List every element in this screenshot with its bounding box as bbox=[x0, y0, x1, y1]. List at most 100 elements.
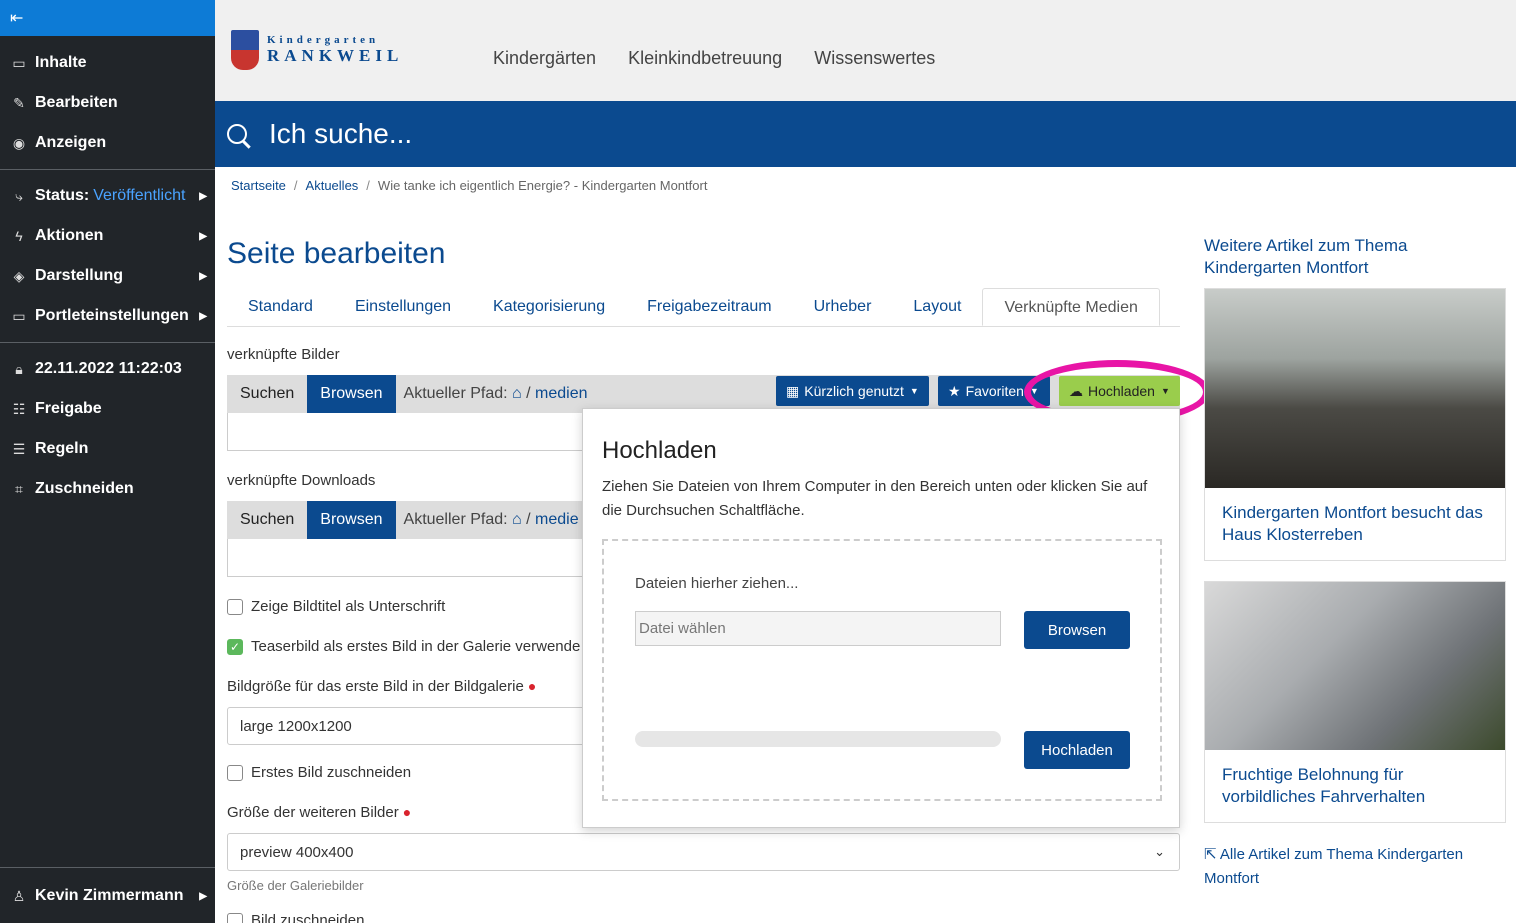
user-menu[interactable]: ♙ Kevin Zimmermann ▶ bbox=[0, 867, 215, 923]
checkbox-teaser-first[interactable]: ✓ Teaserbild als erstes Bild in der Gale… bbox=[227, 638, 580, 655]
linked-downloads-label: verknüpfte Downloads bbox=[227, 472, 376, 489]
sidebar-item-inhalte[interactable]: ▭ Inhalte bbox=[0, 43, 215, 83]
site-header: Kindergarten RANKWEIL Kindergärten Klein… bbox=[215, 0, 1516, 101]
nav-item-wissenswertes[interactable]: Wissenswertes bbox=[814, 48, 935, 69]
required-icon: ● bbox=[527, 678, 537, 694]
checkbox[interactable] bbox=[227, 764, 243, 781]
tab-einstellungen[interactable]: Einstellungen bbox=[334, 288, 472, 326]
caret-right-icon: ▶ bbox=[199, 270, 207, 282]
checkbox-crop-first[interactable]: Erstes Bild zuschneiden bbox=[227, 764, 411, 781]
other-size-hint: Größe der Galeriebilder bbox=[227, 878, 364, 893]
main-nav: Kindergärten Kleinkindbetreuung Wissensw… bbox=[493, 48, 935, 69]
required-icon: ● bbox=[402, 804, 412, 820]
bolt-icon: ϟ bbox=[15, 228, 23, 244]
chevron-down-icon: ⌄ bbox=[1154, 844, 1165, 859]
sidebar-item-bearbeiten[interactable]: ✎ Bearbeiten bbox=[0, 83, 215, 123]
checkbox-show-caption[interactable]: Zeige Bildtitel als Unterschrift bbox=[227, 598, 445, 615]
other-image-size-label: Größe der weiteren Bilder ● bbox=[227, 804, 412, 821]
divider bbox=[0, 169, 215, 170]
article-image bbox=[1205, 582, 1505, 750]
file-input[interactable]: Datei wählen bbox=[635, 611, 1001, 646]
browse-tab-button[interactable]: Browsen bbox=[307, 501, 396, 539]
breadcrumb-link[interactable]: Aktuelles bbox=[306, 178, 359, 193]
grid-icon: ▦ bbox=[786, 382, 800, 399]
related-article-card[interactable]: Kindergarten Montfort besucht das Haus K… bbox=[1204, 288, 1506, 561]
browse-tab-button[interactable]: Browsen bbox=[307, 375, 396, 413]
edit-tabs: Standard Einstellungen Kategorisierung F… bbox=[227, 288, 1180, 327]
breadcrumb: Startseite / Aktuelles / Wie tanke ich eigen… bbox=[231, 178, 708, 193]
other-image-size-select[interactable]: preview 400x400 ⌄ bbox=[227, 833, 1180, 871]
collapse-sidebar-button[interactable]: ⇤ bbox=[0, 0, 215, 36]
linked-images-label: verknüpfte Bilder bbox=[227, 346, 340, 363]
home-icon[interactable]: ⌂ bbox=[512, 511, 522, 528]
caret-down-icon: ▼ bbox=[909, 386, 919, 396]
current-path: Aktueller Pfad: ⌂ / medien bbox=[403, 385, 588, 402]
layers-icon: ◈ bbox=[13, 267, 25, 284]
folder-icon: ▭ bbox=[12, 54, 26, 71]
sidebar-item-date[interactable]: 🔒︎ 22.11.2022 11:22:03 bbox=[0, 349, 215, 389]
eye-icon: ◉ bbox=[12, 134, 26, 151]
dropzone[interactable]: Dateien hierher ziehen... Datei wählen B… bbox=[602, 539, 1162, 801]
tab-kategorisierung[interactable]: Kategorisierung bbox=[472, 288, 626, 326]
sidebar-item-zuschneiden[interactable]: ⌗ Zuschneiden bbox=[0, 469, 215, 509]
browse-button[interactable]: Browsen bbox=[1024, 611, 1130, 649]
caret-right-icon: ▶ bbox=[199, 310, 207, 322]
pencil-icon: ✎ bbox=[13, 94, 25, 111]
checkbox[interactable] bbox=[227, 598, 243, 615]
nav-item-kindergaerten[interactable]: Kindergärten bbox=[493, 48, 596, 69]
upload-progress-bar bbox=[635, 731, 1001, 747]
checkbox-crop[interactable]: Bild zuschneiden bbox=[227, 912, 364, 923]
popup-upload-button[interactable]: Hochladen bbox=[1024, 731, 1130, 769]
status-value: Veröffentlicht bbox=[93, 187, 186, 204]
users-icon: ☷ bbox=[12, 400, 26, 417]
checkbox[interactable] bbox=[227, 912, 243, 923]
list-icon: ☰ bbox=[12, 440, 26, 457]
related-articles-title: Weitere Artikel zum Thema Kindergarten M… bbox=[1204, 236, 1408, 277]
search-icon bbox=[227, 124, 247, 144]
collapse-left-icon: ⇤ bbox=[10, 10, 24, 27]
crop-icon: ⌗ bbox=[15, 480, 23, 497]
breadcrumb-link[interactable]: Startseite bbox=[231, 178, 286, 193]
related-article-card[interactable]: Fruchtige Belohnung für vorbildliches Fa… bbox=[1204, 581, 1506, 823]
sidebar-item-regeln[interactable]: ☰ Regeln bbox=[0, 429, 215, 469]
crest-icon bbox=[231, 30, 259, 70]
user-icon: ♙ bbox=[12, 887, 26, 904]
current-path: Aktueller Pfad: ⌂ / medie bbox=[403, 511, 579, 528]
upload-popup: Hochladen Ziehen Sie Dateien von Ihrem C… bbox=[582, 408, 1180, 828]
breadcrumb-current: Wie tanke ich eigentlich Energie? - Kind… bbox=[377, 178, 708, 193]
sidebar-item-aktionen[interactable]: ϟ Aktionen ▶ bbox=[0, 216, 215, 256]
sidebar-item-anzeigen[interactable]: ◉ Anzeigen bbox=[0, 123, 215, 163]
sidebar-item-freigabe[interactable]: ☷ Freigabe bbox=[0, 389, 215, 429]
sidebar-item-status[interactable]: ⤷ Status: Veröffentlicht ▶ bbox=[0, 176, 215, 216]
caret-right-icon: ▶ bbox=[199, 890, 207, 902]
popup-title: Hochladen bbox=[602, 437, 717, 464]
article-title[interactable]: Fruchtige Belohnung für vorbildliches Fa… bbox=[1205, 750, 1505, 822]
all-articles-link[interactable]: ⇱ Alle Artikel zum Thema Kindergarten Mo… bbox=[1204, 843, 1504, 891]
caret-right-icon: ▶ bbox=[199, 190, 207, 202]
sidebar-item-darstellung[interactable]: ◈ Darstellung ▶ bbox=[0, 256, 215, 296]
tab-verknuepfte-medien[interactable]: Verknüpfte Medien bbox=[982, 288, 1160, 326]
external-link-icon: ⇱ bbox=[1204, 846, 1217, 863]
path-link-medien[interactable]: medie bbox=[535, 511, 579, 528]
search-tab-button[interactable]: Suchen bbox=[227, 375, 307, 413]
sidebar: ⇤ ▭ Inhalte ✎ Bearbeiten ◉ Anzeigen ⤷ St… bbox=[0, 0, 215, 923]
first-image-size-label: Bildgröße für das erste Bild in der Bild… bbox=[227, 678, 537, 695]
search-bar[interactable]: Ich suche... bbox=[215, 101, 1516, 167]
dropzone-label: Dateien hierher ziehen... bbox=[635, 575, 799, 592]
path-link-medien[interactable]: medien bbox=[535, 385, 587, 402]
tab-standard[interactable]: Standard bbox=[227, 288, 334, 326]
sidebar-item-portlets[interactable]: ▭ Portleteinstellungen ▶ bbox=[0, 296, 215, 336]
tab-layout[interactable]: Layout bbox=[892, 288, 982, 326]
tab-urheber[interactable]: Urheber bbox=[793, 288, 893, 326]
article-title[interactable]: Kindergarten Montfort besucht das Haus K… bbox=[1205, 488, 1505, 560]
checkbox-checked[interactable]: ✓ bbox=[227, 638, 243, 655]
search-input[interactable]: Ich suche... bbox=[269, 118, 412, 150]
home-icon[interactable]: ⌂ bbox=[512, 385, 522, 402]
recent-button[interactable]: ▦ Kürzlich genutzt ▼ bbox=[776, 376, 929, 406]
nav-item-kleinkindbetreuung[interactable]: Kleinkindbetreuung bbox=[628, 48, 782, 69]
lock-icon: 🔒︎ bbox=[15, 360, 23, 377]
search-tab-button[interactable]: Suchen bbox=[227, 501, 307, 539]
tab-freigabezeitraum[interactable]: Freigabezeitraum bbox=[626, 288, 793, 326]
star-icon: ★ bbox=[948, 382, 961, 399]
site-logo[interactable]: Kindergarten RANKWEIL bbox=[231, 30, 403, 70]
